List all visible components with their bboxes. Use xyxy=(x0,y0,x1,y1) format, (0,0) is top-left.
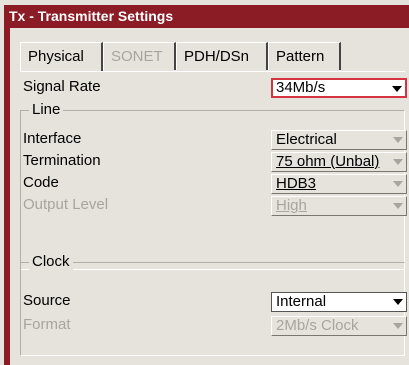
line-group-title: Line xyxy=(29,101,64,118)
output-level-label: Output Level xyxy=(23,196,109,213)
signal-rate-value: 34Mb/s xyxy=(276,79,326,96)
tab-pattern[interactable]: Pattern xyxy=(268,42,341,70)
format-dropdown: 2Mb/s Clock xyxy=(271,316,407,336)
termination-dropdown[interactable]: 75 ohm (Unbal) xyxy=(271,152,407,172)
source-value: Internal xyxy=(276,293,327,310)
output-level-value: High xyxy=(276,197,307,214)
clock-group-title: Clock xyxy=(29,253,73,270)
format-value: 2Mb/s Clock xyxy=(276,317,359,334)
chevron-down-icon xyxy=(393,137,403,143)
chevron-down-icon[interactable] xyxy=(393,159,403,165)
termination-value: 75 ohm (Unbal) xyxy=(276,153,380,170)
code-label: Code xyxy=(23,174,59,191)
interface-dropdown: Electrical xyxy=(271,130,407,150)
tab-sonet: SONET xyxy=(103,42,176,70)
window-title: Tx - Transmitter Settings xyxy=(4,5,409,28)
code-dropdown[interactable]: HDB3 xyxy=(271,174,407,194)
source-dropdown[interactable]: Internal xyxy=(271,292,407,312)
chevron-down-icon[interactable] xyxy=(393,299,403,305)
code-value: HDB3 xyxy=(276,175,317,192)
settings-panel: Physical SONET PDH/DSn Pattern Signal Ra… xyxy=(4,28,409,365)
chevron-down-icon xyxy=(393,323,403,329)
chevron-down-icon xyxy=(393,203,403,209)
interface-label: Interface xyxy=(23,130,82,147)
output-level-dropdown: High xyxy=(271,196,407,216)
source-label: Source xyxy=(23,292,71,309)
tab-divider xyxy=(20,71,405,72)
tab-pdh-dsn[interactable]: PDH/DSn xyxy=(176,42,268,70)
chevron-down-icon[interactable] xyxy=(392,86,402,92)
interface-value: Electrical xyxy=(276,131,337,148)
chevron-down-icon[interactable] xyxy=(393,181,403,187)
tab-physical[interactable]: Physical xyxy=(20,42,103,72)
signal-rate-dropdown[interactable]: 34Mb/s xyxy=(271,78,407,98)
signal-rate-label: Signal Rate xyxy=(23,78,101,95)
termination-label: Termination xyxy=(23,152,101,169)
format-label: Format xyxy=(23,316,71,333)
